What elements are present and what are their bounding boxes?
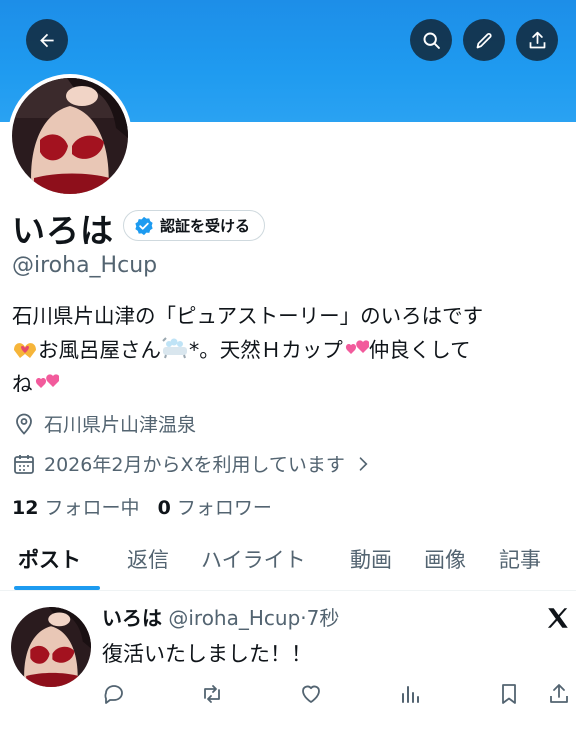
followers-count: 0: [157, 497, 171, 519]
tweet-header: いろは @iroha_Hcup·7秒: [102, 602, 339, 631]
profile-handle: @iroha_Hcup: [12, 253, 158, 278]
tweet-time[interactable]: 7秒: [307, 606, 340, 630]
following-link[interactable]: 12 フォロー中: [12, 497, 140, 519]
profile-bio: 石川県片山津の「ピュアストーリー」のいろはです お風呂屋さん *。天然Ｈカップ 仲良…: [12, 299, 572, 401]
tab-posts[interactable]: ポスト: [18, 540, 81, 590]
chevron-right-icon: [359, 456, 368, 471]
tab-articles[interactable]: 記事: [499, 540, 541, 590]
arrow-left-icon: [39, 33, 54, 47]
bookmark-button[interactable]: [497, 682, 521, 706]
pencil-icon: [476, 32, 492, 48]
tab-highlights[interactable]: ハイライト: [201, 540, 306, 590]
share-tweet-button[interactable]: [547, 682, 571, 706]
share-icon: [529, 31, 545, 48]
bio-line-2c: 仲良くして: [368, 338, 471, 362]
profile-avatar[interactable]: [8, 74, 132, 198]
bio-line-2a: お風呂屋さん: [38, 338, 161, 362]
reply-button[interactable]: [102, 682, 126, 706]
x-logo-icon: [547, 608, 568, 628]
retweet-icon: [204, 685, 220, 703]
heart-hands-icon: [14, 343, 36, 358]
tabs-divider: [0, 590, 576, 591]
calendar-icon: [14, 454, 34, 474]
bathtub-icon: [162, 337, 187, 359]
like-icon: [302, 685, 320, 703]
search-button[interactable]: [410, 19, 452, 61]
location-pin-icon: [16, 413, 32, 435]
views-icon: [402, 686, 419, 703]
tweet-text: 復活いたしました！！: [102, 642, 312, 666]
followers-link[interactable]: 0 フォロワー: [158, 497, 272, 519]
avatar-image: [11, 607, 91, 687]
bio-line-3-text: ね: [12, 372, 33, 396]
share-icon: [550, 684, 568, 703]
follow-stats: 12 フォロー中 0 フォロワー: [12, 493, 272, 520]
avatar-image: [12, 78, 128, 194]
reply-icon: [104, 685, 123, 704]
location-text: 石川県片山津温泉: [44, 414, 197, 436]
following-label: フォロー中: [44, 497, 140, 519]
verified-badge-icon: [135, 216, 153, 235]
tab-images[interactable]: 画像: [424, 540, 466, 590]
profile-tabs: ポスト 返信 ハイライト 動画 画像 記事: [0, 540, 576, 590]
following-count: 12: [12, 497, 39, 519]
followers-label: フォロワー: [176, 497, 272, 519]
get-verified-button[interactable]: 認証を受ける: [123, 210, 266, 241]
tweet-author-handle[interactable]: @iroha_Hcup: [168, 606, 300, 630]
share-profile-button[interactable]: [516, 19, 558, 61]
profile-joined[interactable]: 2026年2月からXを利用しています: [12, 450, 373, 477]
tab-videos[interactable]: 動画: [350, 540, 392, 590]
bio-line-3: ね: [12, 367, 572, 401]
profile-location: 石川県片山津温泉: [12, 410, 196, 437]
verify-label: 認証を受ける: [160, 217, 251, 235]
edit-button[interactable]: [463, 19, 505, 61]
bio-line-1: 石川県片山津の「ピュアストーリー」のいろはです: [12, 304, 484, 328]
search-icon: [423, 32, 440, 49]
two-hearts-icon: [345, 340, 369, 354]
joined-text: 2026年2月からXを利用しています: [44, 454, 345, 476]
like-button[interactable]: [299, 682, 323, 706]
two-hearts-icon: [35, 374, 59, 388]
back-button[interactable]: [26, 19, 68, 61]
tweet-author-name[interactable]: いろは: [102, 606, 162, 630]
profile-name: いろは: [12, 211, 114, 250]
tab-replies[interactable]: 返信: [127, 540, 169, 590]
retweet-button[interactable]: [200, 682, 224, 706]
views-button[interactable]: [398, 682, 422, 706]
tweet-avatar[interactable]: [11, 607, 91, 687]
bio-line-2b: *。天然Ｈカップ: [189, 338, 343, 362]
bio-line-2: お風呂屋さん *。天然Ｈカップ 仲良くして: [12, 333, 572, 367]
bookmark-icon: [502, 684, 516, 704]
